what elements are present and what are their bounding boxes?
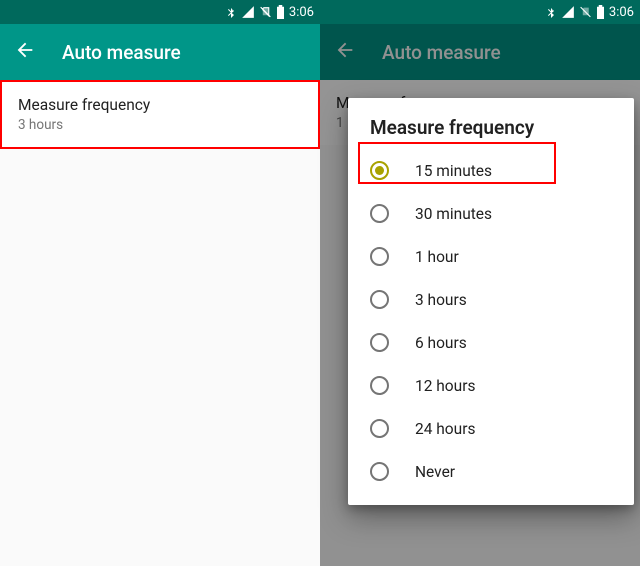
signal-icon: [561, 5, 575, 19]
battery-icon: [276, 5, 285, 19]
frequency-option[interactable]: Never: [348, 450, 634, 493]
frequency-dialog: Measure frequency 15 minutes 30 minutes 1 …: [348, 98, 634, 505]
option-label: 15 minutes: [415, 162, 492, 180]
frequency-option[interactable]: 24 hours: [348, 407, 634, 450]
bluetooth-icon: [545, 5, 557, 19]
option-label: 3 hours: [415, 291, 467, 309]
option-label: 6 hours: [415, 334, 467, 352]
radio-icon: [370, 419, 389, 438]
option-label: 24 hours: [415, 420, 475, 438]
status-time: 3:06: [289, 5, 314, 20]
option-label: 30 minutes: [415, 205, 492, 223]
status-bar: 3:06: [320, 0, 640, 24]
measure-frequency-row[interactable]: Measure frequency 3 hours: [0, 80, 320, 149]
frequency-option[interactable]: 3 hours: [348, 278, 634, 321]
app-bar-title: Auto measure: [62, 41, 181, 64]
phone-right: 3:06 Auto measure Measure frequency 1 Me…: [320, 0, 640, 566]
radio-icon: [370, 161, 389, 180]
dialog-title: Measure frequency: [348, 116, 634, 149]
radio-icon: [370, 376, 389, 395]
radio-icon: [370, 204, 389, 223]
status-bar: 3:06: [0, 0, 320, 24]
back-icon[interactable]: [14, 39, 36, 65]
no-sim-icon: [259, 5, 272, 19]
phone-left: 3:06 Auto measure Measure frequency 3 ho…: [0, 0, 320, 566]
frequency-option[interactable]: 15 minutes: [348, 149, 634, 192]
status-time: 3:06: [609, 5, 634, 20]
frequency-option[interactable]: 12 hours: [348, 364, 634, 407]
bluetooth-icon: [225, 5, 237, 19]
frequency-option[interactable]: 30 minutes: [348, 192, 634, 235]
radio-icon: [370, 247, 389, 266]
radio-icon: [370, 290, 389, 309]
settings-content: Measure frequency 3 hours: [0, 80, 320, 149]
option-label: 12 hours: [415, 377, 475, 395]
option-label: 1 hour: [415, 248, 459, 266]
setting-title: Measure frequency: [18, 96, 302, 114]
battery-icon: [596, 5, 605, 19]
radio-icon: [370, 333, 389, 352]
no-sim-icon: [579, 5, 592, 19]
signal-icon: [241, 5, 255, 19]
frequency-option[interactable]: 1 hour: [348, 235, 634, 278]
setting-value: 3 hours: [18, 117, 302, 133]
frequency-option[interactable]: 6 hours: [348, 321, 634, 364]
radio-icon: [370, 462, 389, 481]
option-label: Never: [415, 463, 455, 481]
app-bar: Auto measure: [0, 24, 320, 80]
